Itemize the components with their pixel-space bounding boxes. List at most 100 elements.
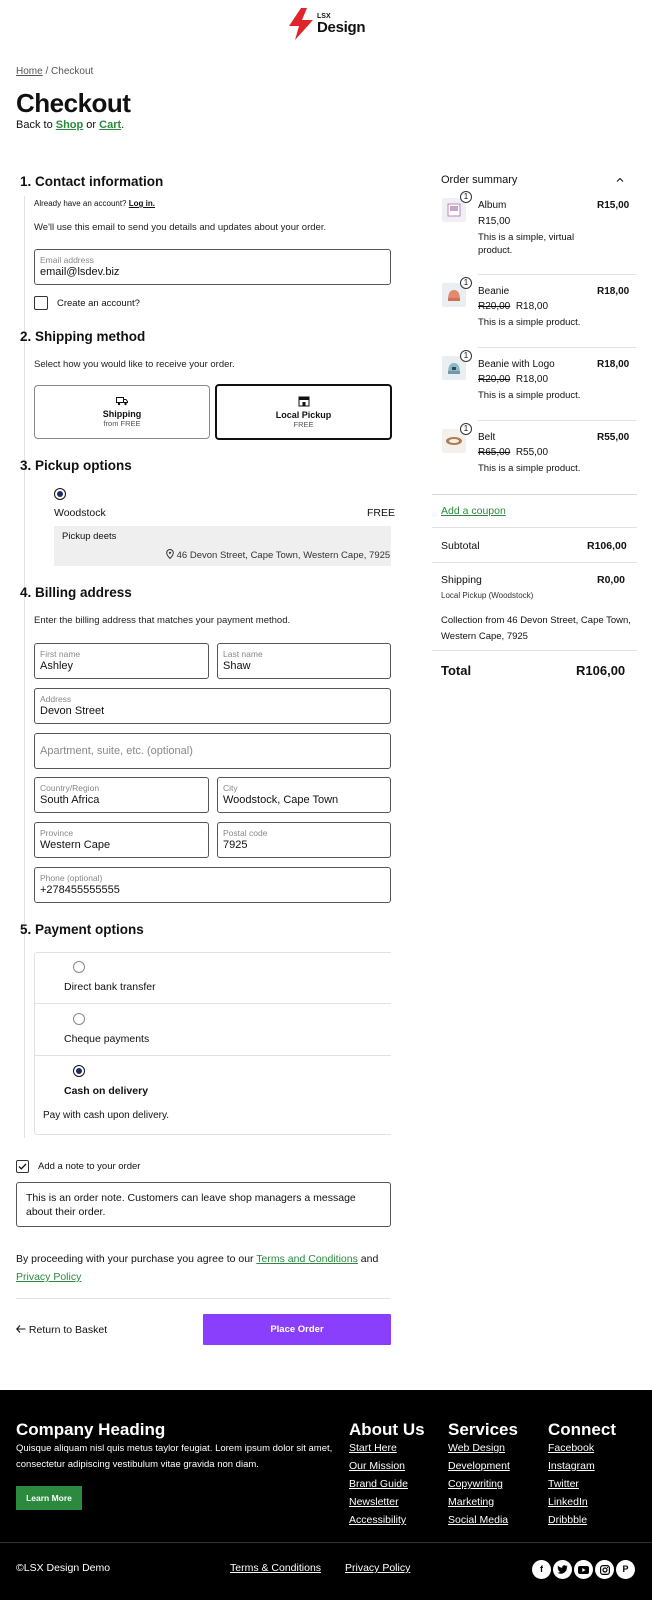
address-field[interactable]: Address Devon Street <box>34 688 391 724</box>
payment-radio-cheque[interactable] <box>73 1013 85 1025</box>
bolt-logo-icon <box>289 8 313 40</box>
shop-link[interactable]: Shop <box>56 119 84 131</box>
item-quantity-badge: 1 <box>460 350 472 362</box>
arrow-left-icon <box>16 1325 26 1333</box>
pickup-details-box: Pickup deets 46 Devon Street, Cape Town,… <box>54 526 391 566</box>
pickup-location-price: FREE <box>367 507 396 519</box>
footer-link-social-media[interactable]: Social Media <box>448 1514 508 1526</box>
subtotal-label: Subtotal <box>441 540 480 552</box>
learn-more-button[interactable]: Learn More <box>16 1486 82 1510</box>
back-links: Back to Shop or Cart. <box>16 119 125 131</box>
twitter-icon[interactable] <box>553 1560 572 1579</box>
city-field[interactable]: City Woodstock, Cape Town <box>217 777 391 813</box>
payment-option-cheque[interactable]: Cheque payments <box>64 1033 149 1045</box>
item-quantity-badge: 1 <box>460 191 472 203</box>
item-name: Beanie with Logo <box>478 359 555 370</box>
shipping-section-title: 2. Shipping method <box>20 329 146 344</box>
create-account-checkbox[interactable] <box>34 296 48 310</box>
item-quantity-badge: 1 <box>460 277 472 289</box>
item-price: R15,00 <box>597 200 630 211</box>
footer-link-accessibility[interactable]: Accessibility <box>349 1514 406 1526</box>
shipping-note: Select how you would like to receive you… <box>34 359 235 370</box>
item-old-price: R20,00 <box>478 374 511 385</box>
truck-icon <box>116 397 128 406</box>
shipping-option-delivery[interactable]: Shipping from FREE <box>34 385 210 439</box>
shipping-option-delivery-title: Shipping <box>102 409 142 419</box>
facebook-icon[interactable]: f <box>532 1560 551 1579</box>
apartment-field[interactable]: Apartment, suite, etc. (optional) <box>34 733 391 769</box>
item-name: Beanie <box>478 286 510 297</box>
item-unit-price: R18,00 <box>515 301 549 312</box>
item-description: This is a simple, virtual product. <box>478 232 575 256</box>
billing-section-title: 4. Billing address <box>20 585 132 600</box>
about-heading: About Us <box>349 1420 425 1439</box>
payment-radio-cod[interactable] <box>73 1065 85 1077</box>
payment-option-bank[interactable]: Direct bank transfer <box>64 981 156 993</box>
footer-link-dribbble[interactable]: Dribbble <box>548 1514 587 1526</box>
place-order-button[interactable]: Place Order <box>203 1314 391 1345</box>
email-field[interactable]: Email address email@lsdev.biz <box>34 249 391 285</box>
footer-link-start-here[interactable]: Start Here <box>349 1442 397 1454</box>
copyright: ©LSX Design Demo <box>16 1562 111 1574</box>
shipping-value: R0,00 <box>597 574 626 586</box>
footer-link-copywriting[interactable]: Copywriting <box>448 1478 503 1490</box>
payment-option-cod[interactable]: Cash on delivery <box>64 1085 148 1097</box>
login-link[interactable]: Log in. <box>129 199 155 208</box>
breadcrumb-current: Checkout <box>51 66 94 77</box>
footer-link-instagram[interactable]: Instagram <box>548 1460 595 1472</box>
footer-link-facebook[interactable]: Facebook <box>548 1442 594 1454</box>
item-prices: R65,00 R55,00 <box>478 447 548 458</box>
logo-big-text: Design <box>317 19 366 36</box>
instagram-icon[interactable] <box>595 1560 614 1579</box>
country-select[interactable]: Country/Region South Africa <box>34 777 209 813</box>
footer-terms-link[interactable]: Terms & Conditions <box>230 1562 321 1574</box>
breadcrumb: Home / Checkout <box>16 66 94 77</box>
return-to-basket-link[interactable]: Return to Basket <box>16 1324 107 1336</box>
order-note-checkbox[interactable] <box>16 1160 29 1173</box>
check-icon <box>18 1163 27 1170</box>
company-text: Quisque aliquam nisl quis metus taylor f… <box>16 1443 333 1470</box>
services-heading: Services <box>448 1420 518 1439</box>
shipping-option-pickup[interactable]: Local Pickup FREE <box>215 384 392 440</box>
province-select[interactable]: Province Western Cape <box>34 822 209 858</box>
footer-link-twitter[interactable]: Twitter <box>548 1478 579 1490</box>
item-prices: R20,00 R18,00 <box>478 374 548 385</box>
order-note-text: This is an order note. Customers can lea… <box>26 1192 356 1218</box>
privacy-link[interactable]: Privacy Policy <box>16 1271 81 1283</box>
pickup-location-radio[interactable] <box>54 488 66 500</box>
pickup-details-label: Pickup deets <box>62 531 117 542</box>
terms-link[interactable]: Terms and Conditions <box>256 1253 358 1265</box>
footer-link-marketing[interactable]: Marketing <box>448 1496 494 1508</box>
phone-field[interactable]: Phone (optional) +278455555555 <box>34 867 391 903</box>
page-title: Checkout <box>16 88 131 118</box>
add-coupon-link[interactable]: Add a coupon <box>441 505 506 517</box>
item-description: This is a simple product. <box>478 390 581 401</box>
chevron-up-icon[interactable] <box>616 177 624 183</box>
footer-link-development[interactable]: Development <box>448 1460 510 1472</box>
footer-link-newsletter[interactable]: Newsletter <box>349 1496 399 1508</box>
first-name-field[interactable]: First name Ashley <box>34 643 209 679</box>
total-value: R106,00 <box>576 663 626 678</box>
billing-note: Enter the billing address that matches y… <box>34 615 291 626</box>
order-note-textarea[interactable]: This is an order note. Customers can lea… <box>16 1182 391 1227</box>
payment-radio-bank[interactable] <box>73 961 85 973</box>
footer-privacy-link[interactable]: Privacy Policy <box>345 1562 410 1574</box>
shipping-method-text: Local Pickup (Woodstock) <box>441 591 534 600</box>
postal-code-field[interactable]: Postal code 7925 <box>217 822 391 858</box>
footer-link-brand-guide[interactable]: Brand Guide <box>349 1478 408 1490</box>
last-name-field[interactable]: Last name Shaw <box>217 643 391 679</box>
contact-note: We'll use this email to send you details… <box>34 222 327 233</box>
cart-link[interactable]: Cart <box>99 119 121 131</box>
item-description: This is a simple product. <box>478 317 581 328</box>
item-unit-price: R55,00 <box>515 447 549 458</box>
payment-cod-description: Pay with cash upon delivery. <box>43 1110 169 1121</box>
item-old-price: R65,00 <box>478 447 511 458</box>
youtube-icon[interactable] <box>574 1560 593 1579</box>
footer-link-our-mission[interactable]: Our Mission <box>349 1460 405 1472</box>
site-logo[interactable]: LSX Design <box>287 8 366 40</box>
breadcrumb-home-link[interactable]: Home <box>16 66 43 77</box>
pinterest-icon[interactable]: P <box>616 1560 635 1579</box>
footer-link-linkedin[interactable]: LinkedIn <box>548 1496 588 1508</box>
footer-link-web-design[interactable]: Web Design <box>448 1442 505 1454</box>
store-icon <box>298 396 309 407</box>
